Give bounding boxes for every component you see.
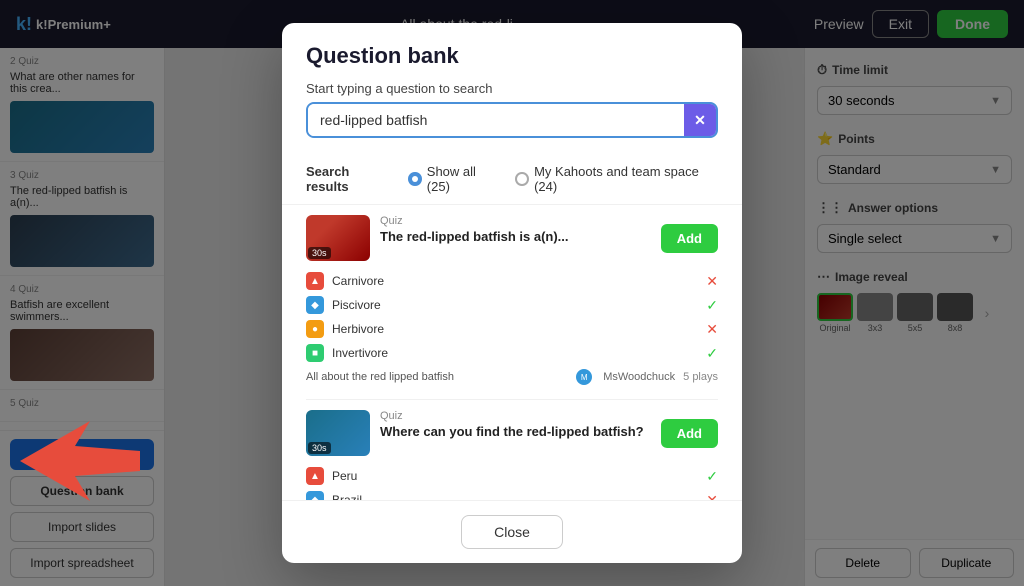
- result-card-1: 30s Quiz The red-lipped batfish is a(n).…: [306, 205, 718, 400]
- answer-1-herbivore: ● Herbivore ✕: [306, 317, 718, 341]
- result-info-1: Quiz The red-lipped batfish is a(n)...: [380, 215, 651, 246]
- answer-1-invertivore: ■ Invertivore ✓: [306, 341, 718, 365]
- result-question-1: The red-lipped batfish is a(n)...: [380, 229, 651, 246]
- modal-search-row: ✕: [306, 102, 718, 138]
- answer-text-peru: Peru: [332, 469, 698, 483]
- answer-wrong-herbivore: ✕: [706, 321, 718, 338]
- answer-text-invertivore: Invertivore: [332, 346, 698, 360]
- radio-dot-empty: [515, 172, 529, 186]
- square-icon-1: ■: [306, 344, 324, 362]
- result-thumb-1: 30s: [306, 215, 370, 261]
- answer-2-brazil: ◆ Brazil ✕: [306, 488, 718, 500]
- result-thumb-2: 30s: [306, 410, 370, 456]
- result-user-1: MsWoodchuck: [603, 371, 675, 383]
- triangle-icon-2: ▲: [306, 467, 324, 485]
- result-card-2: 30s Quiz Where can you find the red-lipp…: [306, 400, 718, 500]
- filter-show-all[interactable]: Show all (25): [408, 164, 499, 194]
- modal-overlay[interactable]: Question bank Start typing a question to…: [0, 0, 1024, 586]
- answer-1-carnivore: ▲ Carnivore ✕: [306, 269, 718, 293]
- modal-footer: Close: [282, 500, 742, 563]
- answer-correct-invertivore: ✓: [706, 345, 718, 362]
- filter-section-title: Search results: [306, 164, 392, 194]
- result-thumb-timer-2: 30s: [308, 442, 331, 454]
- add-result-1-button[interactable]: Add: [661, 224, 718, 253]
- answer-correct-piscivore: ✓: [706, 297, 718, 314]
- triangle-icon-1: ▲: [306, 272, 324, 290]
- result-footer-1: All about the red lipped batfish M MsWoo…: [306, 365, 718, 389]
- answer-text-brazil: Brazil: [332, 493, 698, 500]
- user-badge-1: M: [576, 369, 592, 385]
- result-plays-1: 5 plays: [683, 371, 718, 383]
- answer-1-piscivore: ◆ Piscivore ✓: [306, 293, 718, 317]
- modal-search-input[interactable]: [308, 104, 684, 136]
- modal-search-label: Start typing a question to search: [306, 81, 718, 96]
- answer-text-piscivore: Piscivore: [332, 298, 698, 312]
- answer-text-carnivore: Carnivore: [332, 274, 698, 288]
- radio-dot-active: [408, 172, 422, 186]
- result-card-1-header: 30s Quiz The red-lipped batfish is a(n).…: [306, 215, 718, 261]
- result-type-2: Quiz: [380, 410, 651, 422]
- modal-question-bank: Question bank Start typing a question to…: [282, 23, 742, 563]
- answer-wrong-carnivore: ✕: [706, 273, 718, 290]
- answer-correct-peru: ✓: [706, 468, 718, 485]
- answer-wrong-brazil: ✕: [706, 492, 718, 501]
- modal-header: Question bank Start typing a question to…: [282, 23, 742, 154]
- result-info-2: Quiz Where can you find the red-lipped b…: [380, 410, 651, 441]
- answer-text-herbivore: Herbivore: [332, 322, 698, 336]
- result-source-1: All about the red lipped batfish: [306, 371, 568, 383]
- modal-search-clear-button[interactable]: ✕: [684, 104, 716, 136]
- add-result-2-button[interactable]: Add: [661, 419, 718, 448]
- filter-my-kahoots[interactable]: My Kahoots and team space (24): [515, 164, 718, 194]
- result-thumb-timer-1: 30s: [308, 247, 331, 259]
- result-card-2-header: 30s Quiz Where can you find the red-lipp…: [306, 410, 718, 456]
- modal-title: Question bank: [306, 43, 718, 69]
- result-type-1: Quiz: [380, 215, 651, 227]
- diamond-icon-1: ◆: [306, 296, 324, 314]
- result-question-2: Where can you find the red-lipped batfis…: [380, 424, 651, 441]
- close-modal-button[interactable]: Close: [461, 515, 563, 549]
- diamond-icon-2: ◆: [306, 491, 324, 500]
- answer-2-peru: ▲ Peru ✓: [306, 464, 718, 488]
- circle-icon-1: ●: [306, 320, 324, 338]
- modal-filter-row: Search results Show all (25) My Kahoots …: [282, 154, 742, 205]
- modal-results: 30s Quiz The red-lipped batfish is a(n).…: [282, 205, 742, 500]
